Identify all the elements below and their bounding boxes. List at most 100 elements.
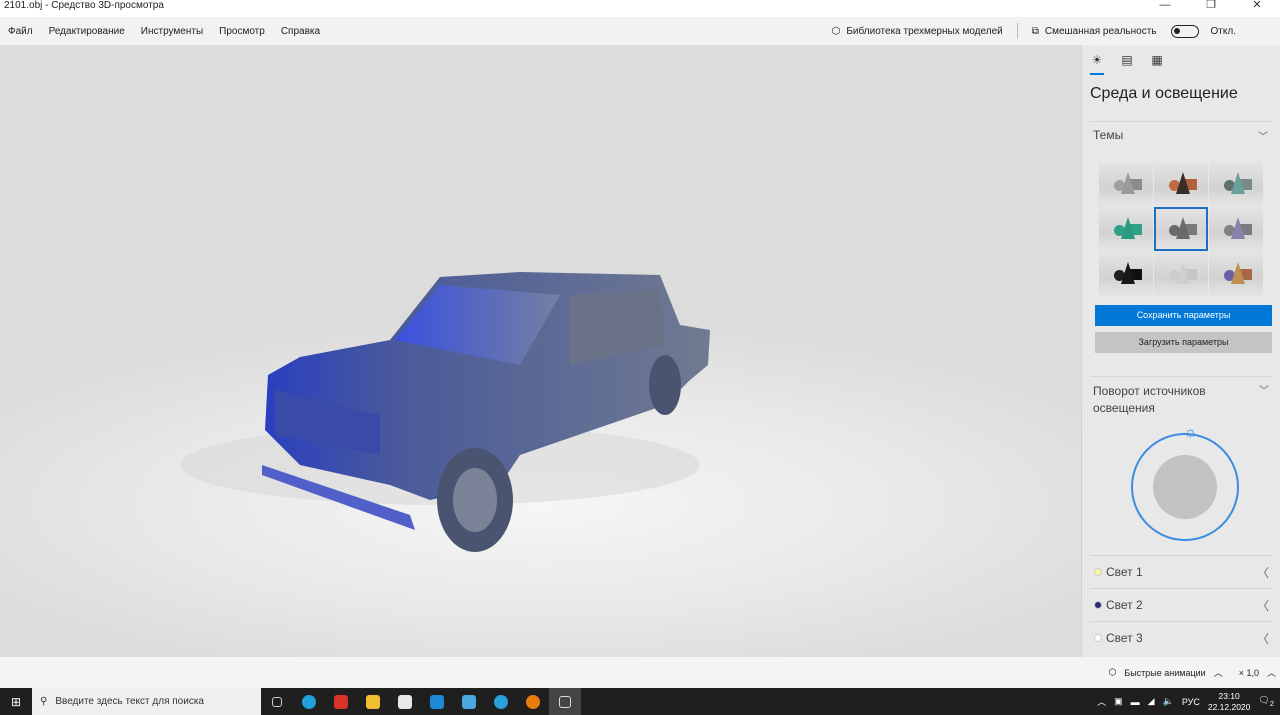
themes-grid <box>1099 162 1263 296</box>
clock[interactable]: 23:10 22.12.2020 <box>1208 691 1251 713</box>
theme-thumbnail[interactable] <box>1099 207 1153 251</box>
chevron-down-icon: ﹀ <box>1258 132 1268 143</box>
chevron-down-icon: ﹀ <box>1259 386 1269 397</box>
library-button[interactable]: Библиотека трехмерных моделей <box>846 26 1002 37</box>
status-bar: ⬡ Быстрые анимации ︿ × 1,0 ︿ <box>0 657 1280 688</box>
light-1-label: Свет 1 <box>1106 565 1143 579</box>
theme-thumbnail[interactable] <box>1099 252 1153 296</box>
mixed-reality-label: Смешанная реальность <box>1044 25 1157 37</box>
window-title: 2101.obj - Средство 3D-просмотра <box>4 0 164 11</box>
car-model[interactable] <box>0 45 1081 657</box>
load-settings-button[interactable]: Загрузить параметры <box>1095 332 1272 353</box>
theme-thumbnail[interactable] <box>1154 162 1208 206</box>
close-button[interactable]: ✕ <box>1234 0 1280 11</box>
light-2-label: Свет 2 <box>1106 598 1143 612</box>
task-view-icon[interactable] <box>261 688 293 715</box>
theme-thumbnail[interactable] <box>1209 252 1263 296</box>
chevron-up-icon[interactable]: ︿ <box>1267 666 1276 679</box>
theme-thumbnail[interactable] <box>1209 162 1263 206</box>
sun-icon[interactable]: ☼ <box>1183 424 1198 442</box>
chevron-up-icon[interactable]: ︿ <box>1214 666 1223 679</box>
chevron-up-icon[interactable]: ︿ <box>1097 695 1106 708</box>
title-bar: 2101.obj - Средство 3D-просмотра — ❐ ✕ <box>0 0 1280 17</box>
blender-icon[interactable] <box>517 688 549 715</box>
animations-dropdown[interactable]: Быстрые анимации <box>1124 668 1205 678</box>
3d-viewport[interactable] <box>0 45 1081 657</box>
theme-thumbnail[interactable] <box>1154 252 1208 296</box>
theme-cone <box>1176 262 1190 284</box>
rear-wheel <box>649 355 681 415</box>
notifications-icon[interactable]: 🗨2 <box>1258 695 1274 708</box>
theme-cone <box>1231 172 1245 194</box>
divider <box>1016 23 1018 39</box>
file-explorer-icon[interactable] <box>357 688 389 715</box>
theme-thumbnail[interactable] <box>1209 207 1263 251</box>
mixed-reality-icon: ⧉ <box>1031 25 1039 37</box>
taskbar: ⊞ ⚲ Введите здесь текст для поиска ︿ ▣ ▬ … <box>0 688 1280 715</box>
search-icon: ⚲ <box>40 696 48 707</box>
light-rotation-label: Поворот источников освещения <box>1093 384 1206 415</box>
theme-cone <box>1231 217 1245 239</box>
grid-tab-icon[interactable]: ▦ <box>1150 53 1164 67</box>
theme-cone <box>1121 217 1135 239</box>
themes-label: Темы <box>1093 128 1124 142</box>
theme-thumbnail[interactable] <box>1154 207 1208 251</box>
themes-header[interactable]: Темы ﹀ <box>1082 122 1280 143</box>
maximize-button[interactable]: ❐ <box>1188 0 1234 11</box>
stats-tab-icon[interactable]: ▤ <box>1120 53 1134 67</box>
time: 23:10 <box>1218 690 1240 701</box>
speed-dropdown[interactable]: × 1,0 <box>1239 668 1259 678</box>
system-tray: ︿ ▣ ▬ ◢ 🔈 РУС 23:10 22.12.2020 🗨2 <box>1097 691 1280 713</box>
minimize-button[interactable]: — <box>1142 0 1188 11</box>
light-1-color[interactable] <box>1094 568 1102 576</box>
light-2-color[interactable] <box>1094 601 1102 609</box>
chevron-left-icon: 〈 <box>1256 598 1269 613</box>
app-icon[interactable] <box>453 688 485 715</box>
volume-icon[interactable]: 🔈 <box>1163 696 1174 707</box>
menu-tools[interactable]: Инструменты <box>141 26 203 37</box>
light-rotation-header[interactable]: Поворот источников освещения ﹀ <box>1082 377 1280 417</box>
3d-viewer-icon[interactable] <box>549 688 581 715</box>
theme-cone <box>1176 217 1190 239</box>
light-3-row[interactable]: Свет 3 〈 <box>1090 621 1273 654</box>
panel-title: Среда и освещение <box>1090 85 1238 102</box>
save-settings-button[interactable]: Сохранить параметры <box>1095 305 1272 326</box>
animation-icon: ⬡ <box>1108 667 1117 677</box>
lighting-tab-icon[interactable]: ☀ <box>1090 53 1104 75</box>
vivaldi-icon[interactable] <box>325 688 357 715</box>
light-3-color[interactable] <box>1094 634 1102 642</box>
language-indicator[interactable]: РУС <box>1182 697 1200 707</box>
mail-icon[interactable] <box>421 688 453 715</box>
menu-view[interactable]: Просмотр <box>219 26 265 37</box>
wifi-icon[interactable]: ◢ <box>1148 696 1155 707</box>
theme-cone <box>1121 172 1135 194</box>
menu-bar: Файл Редактирование Инструменты Просмотр… <box>0 17 1280 45</box>
menu-help[interactable]: Справка <box>281 26 320 37</box>
meet-icon[interactable]: ▣ <box>1114 696 1123 707</box>
light-2-row[interactable]: Свет 2 〈 <box>1090 588 1273 621</box>
theme-cone <box>1176 172 1190 194</box>
notification-count: 2 <box>1269 698 1274 708</box>
mixed-reality-toggle[interactable] <box>1170 24 1199 38</box>
edge-icon[interactable] <box>293 688 325 715</box>
telegram-icon[interactable] <box>485 688 517 715</box>
theme-thumbnail[interactable] <box>1099 162 1153 206</box>
menu-file[interactable]: Файл <box>8 26 33 37</box>
library-icon: ⬡ <box>831 25 841 37</box>
menu-edit[interactable]: Редактирование <box>49 26 125 37</box>
windows-start-icon[interactable]: ⊞ <box>0 695 32 709</box>
light-3-label: Свет 3 <box>1106 631 1143 645</box>
light-rotation-dial[interactable] <box>1131 433 1239 541</box>
theme-cone <box>1121 262 1135 284</box>
taskbar-search[interactable]: ⚲ Введите здесь текст для поиска <box>32 688 261 715</box>
chevron-left-icon: 〈 <box>1256 565 1269 580</box>
dial-center <box>1153 455 1217 519</box>
theme-cone <box>1231 262 1245 284</box>
light-1-row[interactable]: Свет 1 〈 <box>1090 555 1273 588</box>
toggle-state: Откл. <box>1210 25 1236 37</box>
date: 22.12.2020 <box>1207 701 1251 712</box>
battery-icon[interactable]: ▬ <box>1131 697 1140 707</box>
store-icon[interactable] <box>389 688 421 715</box>
search-placeholder: Введите здесь текст для поиска <box>55 696 204 707</box>
chevron-left-icon: 〈 <box>1256 631 1269 646</box>
